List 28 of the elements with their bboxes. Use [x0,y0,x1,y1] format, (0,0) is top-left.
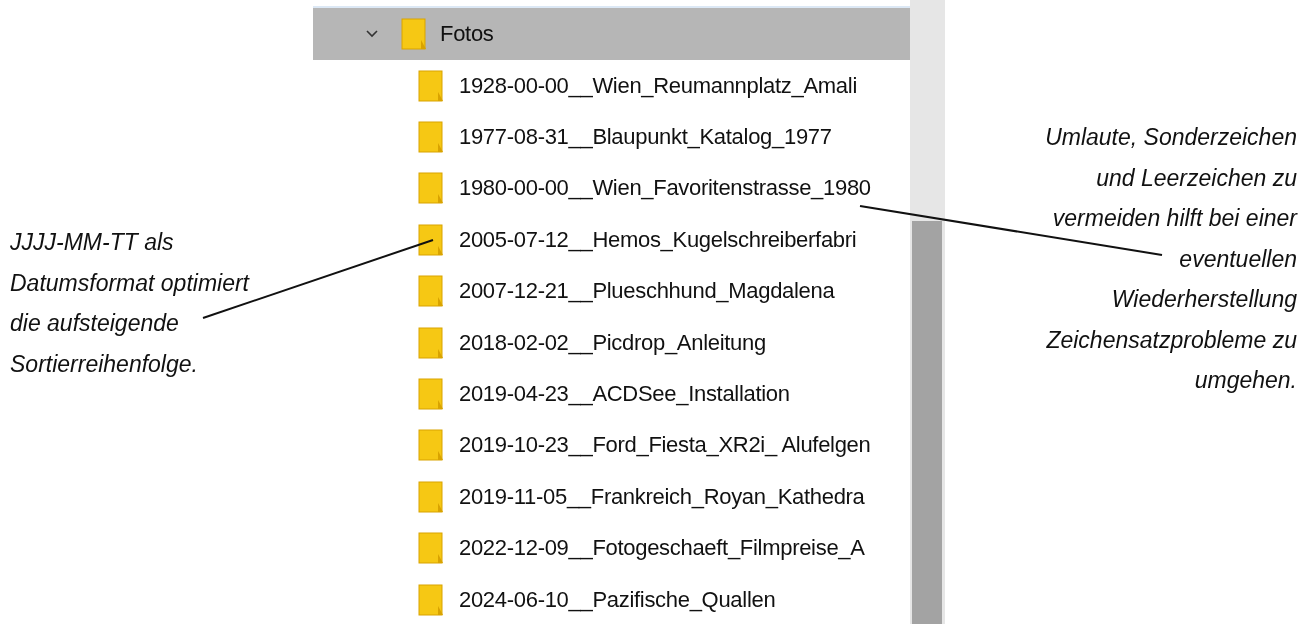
folder-icon [418,69,444,102]
scrollbar-thumb[interactable] [912,221,942,624]
folder-row[interactable]: 1977-08-31__Blaupunkt_Katalog_1977 [313,111,910,163]
folder-icon [418,583,444,616]
folder-icon [401,18,427,50]
annotation-text: JJJJ-MM-TT als Datumsformat optimiert die aufsteigende Sortierreihenfolge. [10,228,249,379]
folder-icon [418,326,444,359]
folder-icon [418,121,444,154]
folder-row[interactable]: 1928-00-00__Wien_Reumannplatz_Amali [313,60,910,112]
folder-row[interactable]: 2019-10-23__Ford_Fiesta_XR2i_ Alufelgen [313,419,910,472]
folder-row[interactable]: 2024-06-10__Pazifische_Quallen [313,573,910,624]
folder-row[interactable]: 2022-12-09__Fotogeschaeft_Filmpreise_A [313,522,910,574]
folder-icon [418,532,444,565]
folder-row[interactable]: 2007-12-21__Plueschhund_Magdalena [313,265,910,317]
folder-icon [418,480,444,513]
folder-row[interactable]: 2019-04-23__ACDSee_Installation [313,368,910,420]
scrollbar[interactable] [910,0,945,624]
folder-row[interactable]: 2005-07-12__Hemos_Kugelschreiberfabri [313,214,910,266]
folder-icon [418,172,444,205]
folder-row[interactable]: 2019-11-05__Frankreich_Royan_Kathedra [313,471,910,523]
folder-icon [418,223,444,256]
folder-row[interactable]: Fotos [313,8,910,60]
annotation-text: Umlaute, Sonderzeichen und Leerzeichen zu vermeiden hilft bei einer eventuellen Wiederherstellung Zeichensatzprobleme zu umgehen. [1045,123,1297,395]
folder-row[interactable]: 2018-02-02__Picdrop_Anleitung [313,316,910,369]
folder-icon [418,429,444,462]
folder-row[interactable]: 1980-00-00__Wien_Favoritenstrasse_1980 [313,162,910,215]
folder-icon [418,378,444,411]
folder-icon [418,275,444,308]
